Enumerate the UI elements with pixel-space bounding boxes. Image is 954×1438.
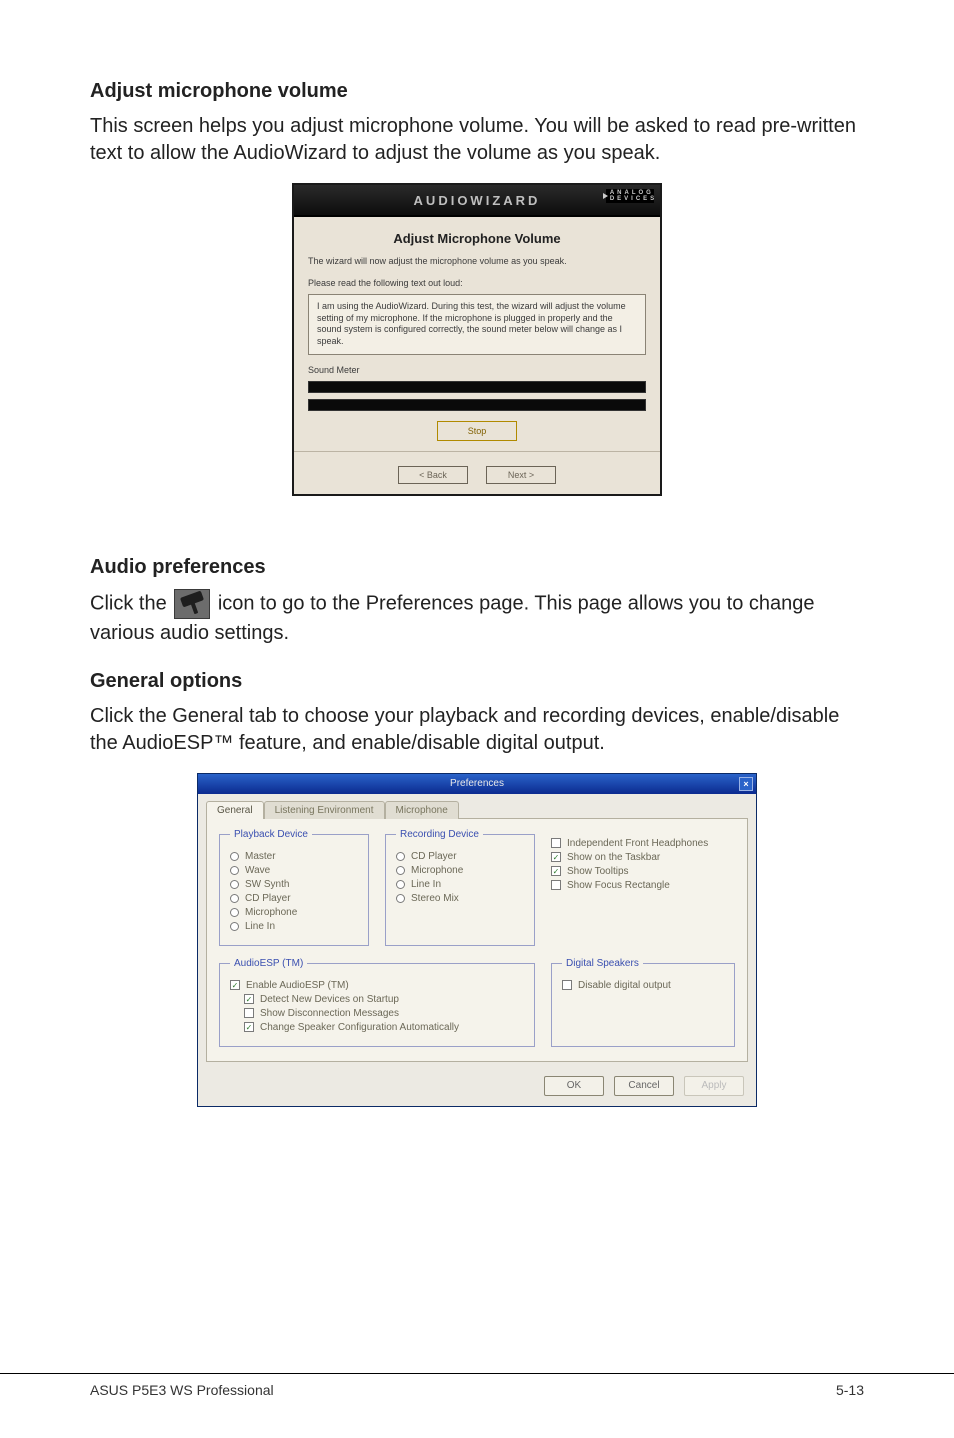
- check-label: Detect New Devices on Startup: [260, 994, 399, 1005]
- sound-meter-2: [308, 399, 646, 411]
- check-label: Show on the Taskbar: [567, 852, 660, 863]
- page-footer: ASUS P5E3 WS Professional 5-13: [0, 1373, 954, 1398]
- apply-button[interactable]: Apply: [684, 1076, 744, 1096]
- general-right-checks: Independent Front Headphones ✓Show on th…: [551, 829, 735, 946]
- audiowizard-header: Adjust Microphone Volume: [308, 231, 646, 246]
- audio-prefs-text-before: Click the: [90, 592, 172, 614]
- ok-button[interactable]: OK: [544, 1076, 604, 1096]
- playback-option[interactable]: Line In: [230, 921, 358, 932]
- logo-text: ANALOG DEVICES: [610, 190, 657, 202]
- preferences-icon: [174, 589, 210, 619]
- section-title-general: General options: [90, 670, 864, 693]
- recording-label: Stereo Mix: [411, 893, 459, 904]
- playback-legend: Playback Device: [230, 829, 312, 840]
- check-change-speaker-config[interactable]: ✓Change Speaker Configuration Automatica…: [244, 1022, 524, 1033]
- playback-option[interactable]: Master: [230, 851, 358, 862]
- audioesp-legend: AudioESP (TM): [230, 958, 307, 969]
- playback-label: Line In: [245, 921, 275, 932]
- preferences-tabs: General Listening Environment Microphone: [198, 794, 756, 818]
- check-label: Disable digital output: [578, 980, 671, 991]
- tab-microphone[interactable]: Microphone: [385, 801, 459, 819]
- check-show-taskbar[interactable]: ✓Show on the Taskbar: [551, 852, 735, 863]
- check-show-focus-rectangle[interactable]: Show Focus Rectangle: [551, 880, 735, 891]
- recording-option[interactable]: Stereo Mix: [396, 893, 524, 904]
- recording-legend: Recording Device: [396, 829, 483, 840]
- footer-right: 5-13: [836, 1382, 864, 1398]
- recording-label: Microphone: [411, 865, 463, 876]
- audiowizard-titlebar: AUDIOWIZARD ANALOG DEVICES: [294, 185, 660, 217]
- check-show-disconnection[interactable]: Show Disconnection Messages: [244, 1008, 524, 1019]
- general-panel: Playback Device Master Wave SW Synth CD …: [206, 818, 748, 1062]
- check-label: Enable AudioESP (TM): [246, 980, 349, 991]
- audio-prefs-paragraph: Click the icon to go to the Preferences …: [90, 589, 864, 648]
- sound-meter-label: Sound Meter: [308, 365, 646, 375]
- recording-option[interactable]: Microphone: [396, 865, 524, 876]
- analog-devices-logo: ANALOG DEVICES: [606, 189, 654, 203]
- play-icon: [603, 193, 608, 199]
- check-detect-new-devices[interactable]: ✓Detect New Devices on Startup: [244, 994, 524, 1005]
- playback-option[interactable]: Wave: [230, 865, 358, 876]
- section-title-audio-prefs: Audio preferences: [90, 556, 864, 579]
- tab-listening-environment[interactable]: Listening Environment: [264, 801, 385, 819]
- check-label: Independent Front Headphones: [567, 838, 708, 849]
- playback-label: Wave: [245, 865, 270, 876]
- recording-option[interactable]: CD Player: [396, 851, 524, 862]
- audiowizard-readout-box: I am using the AudioWizard. During this …: [308, 294, 646, 355]
- check-enable-audioesp[interactable]: ✓Enable AudioESP (TM): [230, 980, 524, 991]
- audiowizard-desc: The wizard will now adjust the microphon…: [308, 256, 646, 266]
- audiowizard-window: AUDIOWIZARD ANALOG DEVICES Adjust Microp…: [292, 183, 662, 496]
- back-button[interactable]: < Back: [398, 466, 468, 484]
- preferences-title-text: Preferences: [450, 778, 504, 789]
- section-title-adjust: Adjust microphone volume: [90, 80, 864, 103]
- next-button[interactable]: Next >: [486, 466, 556, 484]
- section-body-general: Click the General tab to choose your pla…: [90, 703, 864, 757]
- close-icon[interactable]: ×: [739, 777, 753, 791]
- check-disable-digital-output[interactable]: Disable digital output: [562, 980, 724, 991]
- check-label: Show Disconnection Messages: [260, 1008, 399, 1019]
- dialog-buttons: OK Cancel Apply: [198, 1070, 756, 1106]
- preferences-titlebar: Preferences ×: [198, 774, 756, 794]
- playback-option[interactable]: CD Player: [230, 893, 358, 904]
- tab-general[interactable]: General: [206, 801, 264, 819]
- recording-option[interactable]: Line In: [396, 879, 524, 890]
- playback-label: SW Synth: [245, 879, 289, 890]
- preferences-window: Preferences × General Listening Environm…: [197, 773, 757, 1107]
- footer-left: ASUS P5E3 WS Professional: [90, 1382, 274, 1398]
- audioesp-group: AudioESP (TM) ✓Enable AudioESP (TM) ✓Det…: [219, 958, 535, 1047]
- check-label: Show Focus Rectangle: [567, 880, 670, 891]
- audiowizard-instruction-label: Please read the following text out loud:: [308, 278, 646, 288]
- playback-label: CD Player: [245, 893, 291, 904]
- playback-option[interactable]: Microphone: [230, 907, 358, 918]
- stop-button[interactable]: Stop: [437, 421, 517, 441]
- sound-meter: [308, 381, 646, 393]
- playback-option[interactable]: SW Synth: [230, 879, 358, 890]
- check-independent-headphones[interactable]: Independent Front Headphones: [551, 838, 735, 849]
- playback-device-group: Playback Device Master Wave SW Synth CD …: [219, 829, 369, 946]
- digital-speakers-group: Digital Speakers Disable digital output: [551, 958, 735, 1047]
- recording-device-group: Recording Device CD Player Microphone Li…: [385, 829, 535, 946]
- cancel-button[interactable]: Cancel: [614, 1076, 674, 1096]
- audiowizard-app-title: AUDIOWIZARD: [414, 193, 541, 208]
- check-label: Show Tooltips: [567, 866, 629, 877]
- section-body-adjust: This screen helps you adjust microphone …: [90, 113, 864, 167]
- recording-label: CD Player: [411, 851, 457, 862]
- check-show-tooltips[interactable]: ✓Show Tooltips: [551, 866, 735, 877]
- recording-label: Line In: [411, 879, 441, 890]
- playback-label: Microphone: [245, 907, 297, 918]
- check-label: Change Speaker Configuration Automatical…: [260, 1022, 459, 1033]
- digital-legend: Digital Speakers: [562, 958, 643, 969]
- playback-label: Master: [245, 851, 276, 862]
